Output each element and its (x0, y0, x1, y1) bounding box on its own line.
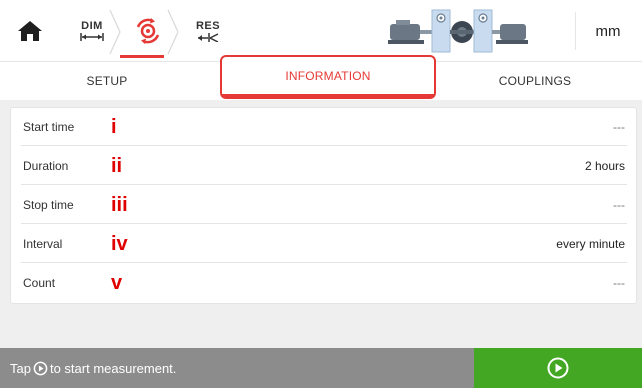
results-step-button[interactable]: RES (178, 8, 238, 54)
row-value: 2 hours (584, 159, 625, 173)
row-label: Stop time (23, 198, 74, 212)
dim-step-label: DIM (81, 20, 103, 32)
row-value: --- (613, 276, 625, 290)
stop-time-row[interactable]: Stop time iii --- (21, 186, 627, 224)
annotation-marker: v (111, 272, 123, 294)
status-hint-bar: Tap to start measurement. (0, 348, 474, 388)
top-toolbar: DIM RES mm (0, 0, 642, 62)
active-tab-indicator (222, 94, 434, 97)
start-measurement-button[interactable] (474, 348, 642, 388)
row-label: Interval (23, 237, 63, 251)
row-label: Duration (23, 159, 69, 173)
toolbar-divider (575, 12, 576, 50)
annotation-marker: ii (111, 155, 123, 177)
row-value: --- (613, 120, 625, 134)
tab-setup[interactable]: SETUP (0, 62, 214, 100)
res-step-label: RES (195, 19, 221, 32)
count-row[interactable]: Count v --- (21, 264, 627, 302)
active-step-indicator (120, 55, 164, 58)
information-panel: Start time i --- Duration ii 2 hours Sto… (0, 100, 642, 348)
unit-selector[interactable]: mm (580, 20, 636, 44)
information-card: Start time i --- Duration ii 2 hours Sto… (10, 107, 637, 304)
dimension-arrows-icon (80, 33, 104, 41)
play-circle-icon (33, 361, 48, 376)
home-button[interactable] (4, 8, 56, 54)
duration-row[interactable]: Duration ii 2 hours (21, 147, 627, 185)
tab-couplings[interactable]: COUPLINGS (428, 62, 642, 100)
row-value: every minute (556, 237, 625, 251)
measure-rotation-icon (136, 18, 160, 44)
annotation-marker: i (111, 116, 117, 138)
tab-bar: SETUP INFORMATION COUPLINGS (0, 55, 642, 100)
hint-text-before: Tap (10, 360, 31, 376)
tab-information-label: INFORMATION (285, 69, 371, 83)
row-label: Count (23, 276, 56, 290)
start-time-row[interactable]: Start time i --- (21, 108, 627, 146)
row-label: Start time (23, 120, 75, 134)
play-circle-icon (547, 357, 569, 379)
tab-information[interactable]: INFORMATION (220, 55, 436, 99)
home-icon (18, 21, 42, 41)
machine-train-icon[interactable] (388, 6, 528, 54)
row-value: --- (613, 198, 625, 212)
hint-text-after: to start measurement. (49, 360, 177, 376)
interval-row[interactable]: Interval iv every minute (21, 225, 627, 263)
annotation-marker: iii (111, 194, 128, 216)
results-arrows-icon (198, 32, 219, 42)
annotation-marker: iv (111, 233, 128, 255)
